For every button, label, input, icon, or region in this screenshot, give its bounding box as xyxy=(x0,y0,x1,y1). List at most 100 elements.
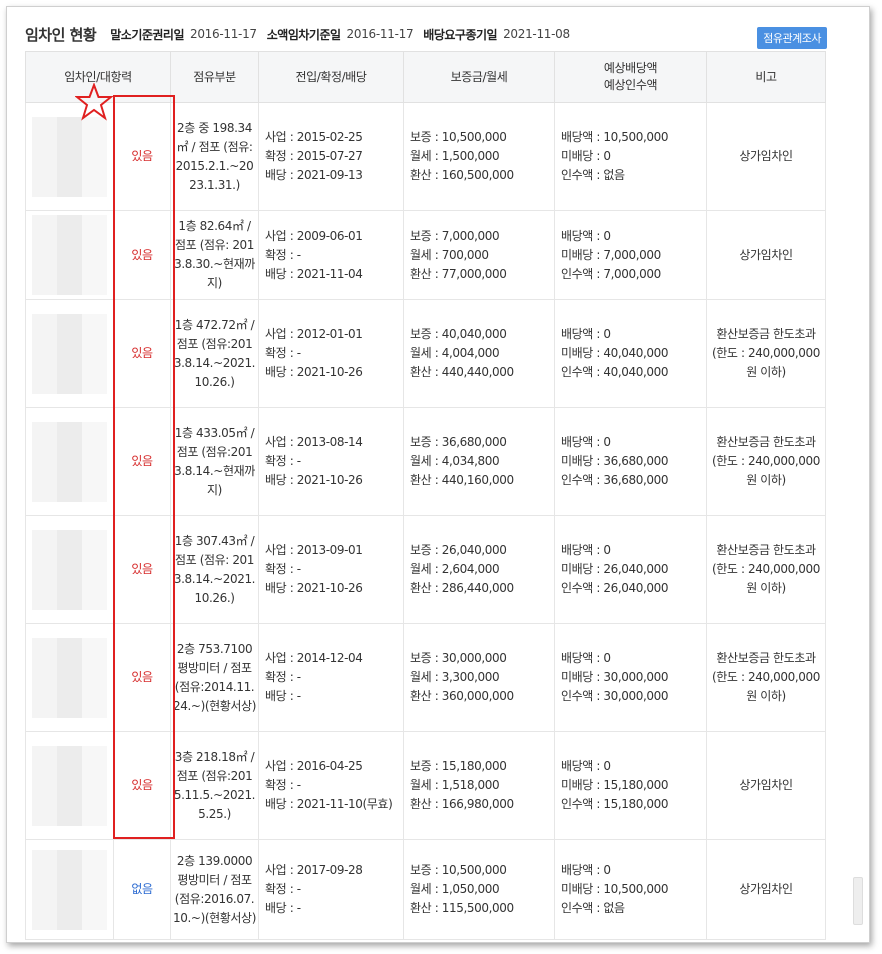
distribution-line: 배당액 : 10,500,000 xyxy=(561,130,669,144)
deposit-line: 보증 : 36,680,000 xyxy=(410,435,507,449)
deposit-line: 환산 : 160,500,000 xyxy=(410,168,514,182)
table-row: 있음 2층 753.7100평방미터 / 점포 (점유:2014.11.24.~)… xyxy=(25,623,827,732)
deposit-rent: 보증 : 26,040,000 월세 : 2,604,000 환산 : 286,44… xyxy=(403,515,556,624)
date-line: 배당 : - xyxy=(265,901,301,915)
deposit-line: 보증 : 10,500,000 xyxy=(410,130,507,144)
distribution-line: 인수액 : 15,180,000 xyxy=(561,797,669,811)
date-line: 확정 : - xyxy=(265,562,301,576)
note: 상가임차인 xyxy=(706,210,827,300)
distribution-line: 미배당 : 7,000,000 xyxy=(561,247,661,262)
section-title: 임차인 현황 xyxy=(25,25,97,44)
tenant-status-panel: 임차인 현황 말소기준권리일 2016-11-17 소액임차기준일 2016-1… xyxy=(6,6,870,943)
move-in-dates: 사업 : 2016-04-25 확정 : - 배당 : 2021-11-10(무효) xyxy=(258,731,405,840)
note: 상가임차인 xyxy=(706,839,827,940)
date-line: 사업 : 2013-09-01 xyxy=(265,543,363,557)
date-line: 배당 : - xyxy=(265,689,301,703)
col-header-distribution: 예상배당액 예상인수액 xyxy=(554,51,708,103)
occupied-part: 2층 139.0000평방미터 / 점포 (점유:2016.07.10.~)(현… xyxy=(170,839,260,940)
deposit-rent: 보증 : 7,000,000 월세 : 700,000 환산 : 77,000,00… xyxy=(403,210,556,300)
note: 상가임차인 xyxy=(706,731,827,840)
deposit-rent: 보증 : 10,500,000 월세 : 1,500,000 환산 : 160,50… xyxy=(403,102,556,211)
col-header-distribution-1: 예상배당액 xyxy=(603,61,658,75)
expected-distribution: 배당액 : 0 미배당 : 7,000,000 인수액 : 7,000,000 xyxy=(554,210,708,300)
opposition-status: 있음 xyxy=(112,623,172,732)
date-line: 사업 : 2012-01-01 xyxy=(265,327,363,341)
move-in-dates: 사업 : 2013-09-01 확정 : - 배당 : 2021-10-26 xyxy=(258,515,405,624)
date-line: 사업 : 2009-06-01 xyxy=(265,228,363,243)
deposit-line: 보증 : 7,000,000 xyxy=(410,228,500,243)
col-header-deposit: 보증금/월세 xyxy=(403,51,556,103)
occupied-part: 1층 433.05㎡ / 점포 (점유:2013.8.14.~현재까지) xyxy=(170,407,260,516)
note: 환산보증금 한도초과(한도 : 240,000,000원 이하) xyxy=(706,299,827,408)
deposit-rent: 보증 : 36,680,000 월세 : 4,034,800 환산 : 440,16… xyxy=(403,407,556,516)
distribution-line: 미배당 : 10,500,000 xyxy=(561,882,669,896)
distribution-line: 인수액 : 36,680,000 xyxy=(561,473,669,487)
deposit-line: 월세 : 4,034,800 xyxy=(410,454,500,468)
small-lease-base-date: 2016-11-17 xyxy=(346,27,414,41)
date-line: 배당 : 2021-10-26 xyxy=(265,365,363,379)
table-row: 없음 2층 139.0000평방미터 / 점포 (점유:2016.07.10.~)… xyxy=(25,839,827,940)
expected-distribution: 배당액 : 10,500,000 미배당 : 0 인수액 : 없음 xyxy=(554,102,708,211)
date-line: 사업 : 2016-04-25 xyxy=(265,759,363,773)
distribution-line: 미배당 : 0 xyxy=(561,149,611,163)
move-in-dates: 사업 : 2012-01-01 확정 : - 배당 : 2021-10-26 xyxy=(258,299,405,408)
col-header-note: 비고 xyxy=(706,51,827,103)
expected-distribution: 배당액 : 0 미배당 : 30,000,000 인수액 : 30,000,000 xyxy=(554,623,708,732)
distribution-line: 인수액 : 없음 xyxy=(561,168,625,182)
date-line: 사업 : 2013-08-14 xyxy=(265,435,363,449)
note: 환산보증금 한도초과(한도 : 240,000,000원 이하) xyxy=(706,515,827,624)
deposit-line: 월세 : 3,300,000 xyxy=(410,670,500,684)
deposit-rent: 보증 : 40,040,000 월세 : 4,004,000 환산 : 440,44… xyxy=(403,299,556,408)
tenant-table: 임차인/대항력 점유부분 전입/확정/배당 보증금/월세 예상배당액 예상인수액… xyxy=(24,51,827,940)
move-in-dates: 사업 : 2015-02-25 확정 : 2015-07-27 배당 : 2021-… xyxy=(258,102,405,211)
distribution-line: 인수액 : 7,000,000 xyxy=(561,266,661,281)
deposit-line: 월세 : 2,604,000 xyxy=(410,562,500,576)
date-line: 확정 : - xyxy=(265,670,301,684)
star-icon xyxy=(75,83,113,121)
distribution-line: 미배당 : 36,680,000 xyxy=(561,454,669,468)
tenant-name-blurred xyxy=(25,299,114,408)
date-line: 배당 : 2021-10-26 xyxy=(265,473,363,487)
distribution-deadline: 2021-11-08 xyxy=(503,27,570,41)
date-line: 사업 : 2017-09-28 xyxy=(265,863,363,877)
deposit-line: 월세 : 1,500,000 xyxy=(410,149,500,163)
table-row: 있음 1층 82.64㎡ / 점포 (점유: 2013.8.30.~현재까지) 사업… xyxy=(25,210,827,300)
deposit-line: 보증 : 15,180,000 xyxy=(410,759,507,773)
deposit-line: 월세 : 700,000 xyxy=(410,247,489,262)
date-line: 배당 : 2021-11-04 xyxy=(265,266,363,281)
table-row: 있음 2층 중 198.34㎡ / 점포 (점유:2015.2.1.~2023.1… xyxy=(25,102,827,211)
deposit-rent: 보증 : 15,180,000 월세 : 1,518,000 환산 : 166,98… xyxy=(403,731,556,840)
expected-distribution: 배당액 : 0 미배당 : 40,040,000 인수액 : 40,040,000 xyxy=(554,299,708,408)
distribution-line: 인수액 : 40,040,000 xyxy=(561,365,669,379)
distribution-line: 인수액 : 30,000,000 xyxy=(561,689,669,703)
table-row: 있음 1층 472.72㎡ / 점포 (점유:2013.8.14.~2021.10… xyxy=(25,299,827,408)
date-line: 확정 : - xyxy=(265,454,301,468)
col-header-distribution-2: 예상인수액 xyxy=(603,78,658,92)
occupied-part: 1층 307.43㎡ / 점포 (점유: 2013.8.14.~2021.10.… xyxy=(170,515,260,624)
distribution-line: 배당액 : 0 xyxy=(561,327,611,341)
small-lease-base-date-label: 소액임차기준일 xyxy=(266,27,341,42)
scrollbar-thumb[interactable] xyxy=(853,877,863,925)
distribution-line: 미배당 : 40,040,000 xyxy=(561,346,669,360)
distribution-line: 미배당 : 30,000,000 xyxy=(561,670,669,684)
occupied-part: 2층 중 198.34㎡ / 점포 (점유:2015.2.1.~2023.1.3… xyxy=(170,102,260,211)
deposit-line: 환산 : 166,980,000 xyxy=(410,797,514,811)
note: 환산보증금 한도초과(한도 : 240,000,000원 이하) xyxy=(706,407,827,516)
deposit-line: 환산 : 77,000,000 xyxy=(410,266,507,281)
expected-distribution: 배당액 : 0 미배당 : 10,500,000 인수액 : 없음 xyxy=(554,839,708,940)
distribution-line: 배당액 : 0 xyxy=(561,759,611,773)
note: 환산보증금 한도초과(한도 : 240,000,000원 이하) xyxy=(706,623,827,732)
distribution-line: 인수액 : 없음 xyxy=(561,901,625,915)
move-in-dates: 사업 : 2014-12-04 확정 : - 배당 : - xyxy=(258,623,405,732)
date-line: 사업 : 2014-12-04 xyxy=(265,651,363,665)
deposit-line: 환산 : 440,160,000 xyxy=(410,473,514,487)
deposit-line: 보증 : 40,040,000 xyxy=(410,327,507,341)
deposit-line: 보증 : 26,040,000 xyxy=(410,543,507,557)
occupied-part: 2층 753.7100평방미터 / 점포 (점유:2014.11.24.~)(현… xyxy=(170,623,260,732)
tenant-status-header: 임차인 현황 말소기준권리일 2016-11-17 소액임차기준일 2016-1… xyxy=(25,19,829,49)
distribution-line: 배당액 : 0 xyxy=(561,228,611,243)
move-in-dates: 사업 : 2009-06-01 확정 : - 배당 : 2021-11-04 xyxy=(258,210,405,300)
occupancy-survey-button[interactable]: 점유관계조사 xyxy=(757,27,827,49)
tenant-name-blurred xyxy=(25,839,114,940)
expected-distribution: 배당액 : 0 미배당 : 36,680,000 인수액 : 36,680,000 xyxy=(554,407,708,516)
